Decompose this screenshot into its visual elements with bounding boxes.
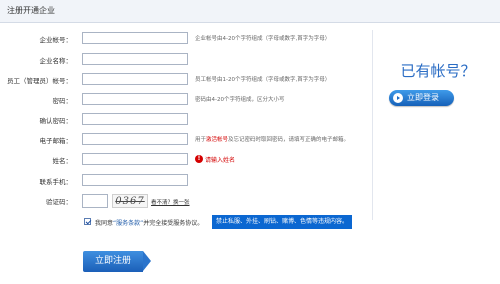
enterprise-name-label: 企业名称： [39, 57, 73, 65]
email-label: 电子邮箱： [39, 137, 73, 145]
agreement-suffix: 并完全接受服务协议。 [143, 220, 204, 227]
prohibited-content-notice: 禁止私服、外挂、刷钻、赌博、色情等违规内容。 [212, 215, 353, 229]
name-input[interactable] [82, 153, 188, 165]
name-row: 姓名： ! 请输入姓名 [0, 153, 370, 167]
error-icon: ! [195, 155, 203, 163]
password-row: 密码： 密码由4-20个字符组成，区分大小写 [0, 93, 370, 107]
admin-account-hint: 员工帐号由1-20个字符组成（字母或数字,首字为字母） [195, 77, 331, 83]
phone-input[interactable] [82, 174, 188, 186]
enterprise-name-input[interactable] [82, 53, 188, 65]
password-hint: 密码由4-20个字符组成，区分大小写 [195, 97, 285, 103]
terms-of-service-link[interactable]: “服务条款” [113, 220, 143, 227]
activate-account-link[interactable]: 激活帐号 [206, 137, 228, 143]
admin-account-input[interactable] [82, 73, 188, 85]
email-hint-suffix: 及忘记密码时取回密码，请填写正确的电子邮箱。 [228, 137, 350, 143]
register-button-label: 立即注册 [94, 256, 131, 266]
name-label: 姓名： [52, 157, 73, 165]
enterprise-account-input[interactable] [82, 32, 188, 44]
confirm-password-row: 确认密码： [0, 113, 370, 127]
refresh-captcha-link[interactable]: 看不清？换一张 [151, 198, 190, 206]
phone-row: 联系手机： [0, 174, 370, 188]
panel-divider [372, 30, 373, 220]
arrow-right-circle-icon [393, 93, 403, 103]
login-button[interactable]: 立即登录 [389, 90, 454, 106]
page-header: 注册开通企业 [0, 0, 500, 23]
captcha-input[interactable] [82, 194, 108, 208]
enterprise-account-label: 企业帐号： [39, 36, 73, 44]
agreement-row: 我同意“服务条款”并完全接受服务协议。 禁止私服、外挂、刷钻、赌博、色情等违规内… [0, 215, 380, 229]
agreement-prefix: 我同意 [95, 220, 114, 227]
page-title: 注册开通企业 [7, 6, 55, 15]
password-input[interactable] [82, 93, 188, 105]
name-error-message: 请输入姓名 [205, 157, 236, 164]
captcha-label: 验证码： [46, 198, 72, 206]
phone-label: 联系手机： [39, 178, 73, 186]
email-hint: 用于激活帐号及忘记密码时取回密码，请填写正确的电子邮箱。 [195, 135, 349, 143]
enterprise-account-row: 企业帐号： 企业帐号由4-20个字符组成（字母或数字,首字为字母） [0, 32, 370, 46]
register-button[interactable]: 立即注册 [83, 251, 151, 272]
login-button-label: 立即登录 [407, 93, 439, 102]
email-row: 电子邮箱： 用于激活帐号及忘记密码时取回密码，请填写正确的电子邮箱。 [0, 133, 370, 147]
captcha-image[interactable]: 0367 [112, 194, 148, 208]
email-hint-prefix: 用于 [195, 137, 207, 143]
admin-account-row: 员工（管理员）帐号： 员工帐号由1-20个字符组成（字母或数字,首字为字母） [0, 73, 370, 87]
register-button-arrow-tip [143, 251, 151, 271]
enterprise-account-hint: 企业帐号由4-20个字符组成（字母或数字,首字为字母） [195, 36, 331, 42]
email-input[interactable] [82, 133, 188, 145]
admin-account-label: 员工（管理员）帐号： [7, 77, 72, 85]
password-label: 密码： [52, 97, 73, 105]
enterprise-name-row: 企业名称： [0, 53, 370, 67]
confirm-password-input[interactable] [82, 113, 188, 125]
have-account-heading: 已有帐号？ [400, 62, 476, 80]
confirm-password-label: 确认密码： [39, 117, 73, 125]
captcha-row: 验证码： 0367 看不清？换一张 [0, 194, 370, 208]
agreement-text: 我同意“服务条款”并完全接受服务协议。 [95, 218, 203, 227]
checkbox-checked-icon[interactable] [84, 218, 91, 225]
